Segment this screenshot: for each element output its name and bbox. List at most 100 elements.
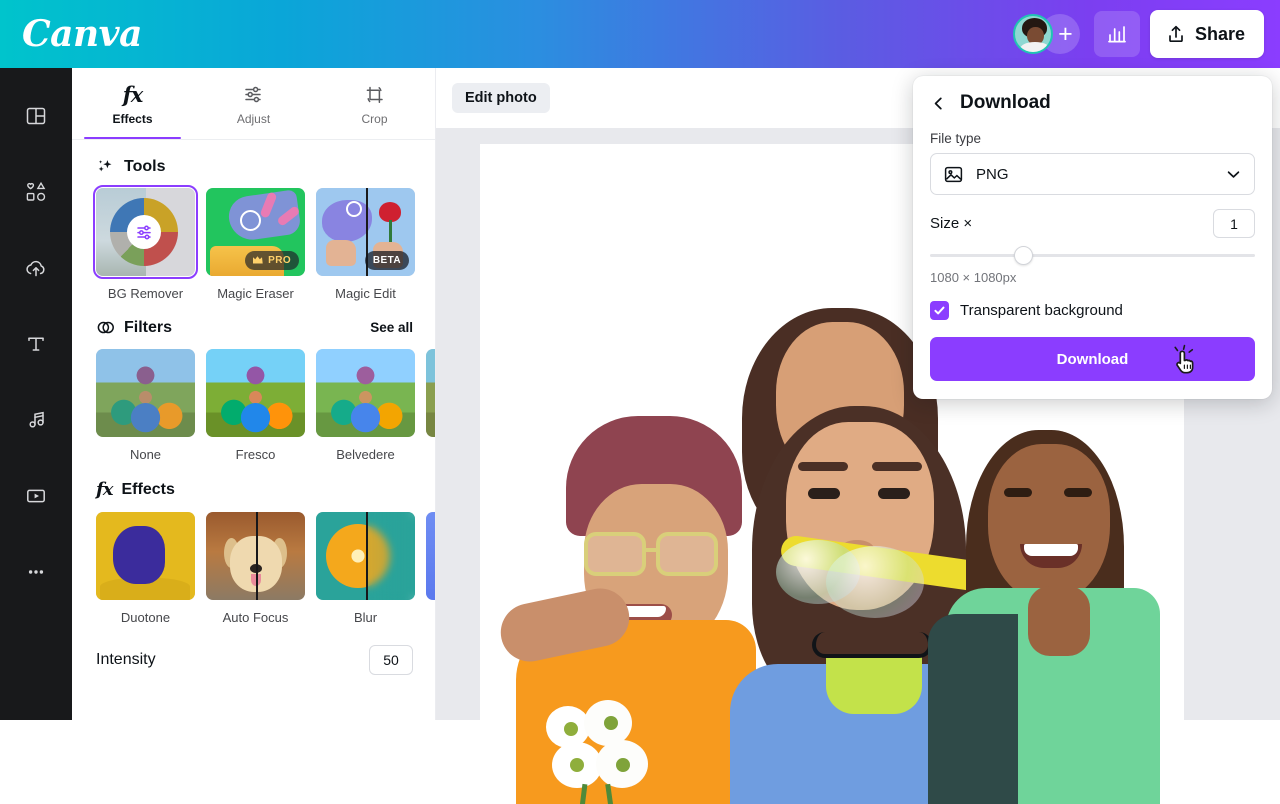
- effect-next-partial[interactable]: [426, 512, 436, 625]
- filter-none[interactable]: None: [96, 349, 195, 462]
- canva-logo[interactable]: Canva: [22, 13, 142, 55]
- tool-bg-remover-label: BG Remover: [96, 286, 195, 301]
- download-panel: Download File type PNG Size × 1 1080 × 1…: [913, 76, 1272, 399]
- person-left-glass-bridge: [646, 548, 658, 552]
- effect-auto-focus-label: Auto Focus: [206, 610, 305, 625]
- chevron-down-icon: [1225, 166, 1242, 183]
- edit-photo-button[interactable]: Edit photo: [452, 83, 550, 113]
- effect-auto-focus[interactable]: Auto Focus: [206, 512, 305, 625]
- share-button[interactable]: Share: [1150, 10, 1264, 58]
- sidebar-item-audio[interactable]: [8, 392, 64, 448]
- person-front-eye-l: [808, 488, 840, 499]
- fx-icon: fx: [123, 82, 143, 108]
- tools-title: Tools: [124, 158, 165, 176]
- file-type-label: File type: [930, 131, 1255, 146]
- filters-row: None Fresco Belvedere: [72, 349, 435, 462]
- click-hand-cursor-icon: [1169, 343, 1203, 379]
- person-front-brow-l: [798, 462, 848, 471]
- tab-adjust-label: Adjust: [237, 112, 270, 126]
- transparent-background-label: Transparent background: [960, 302, 1123, 319]
- person-right-eye-l: [1004, 488, 1032, 497]
- intensity-value[interactable]: 50: [369, 645, 413, 675]
- filter-fresco-thumb: [206, 349, 305, 437]
- download-button[interactable]: Download: [930, 337, 1255, 381]
- filter-next-partial[interactable]: [426, 349, 436, 462]
- file-type-select[interactable]: PNG: [930, 153, 1255, 195]
- person-front-eye-r: [878, 488, 910, 499]
- person-right-face: [988, 444, 1110, 602]
- effects-section-header: fx Effects: [72, 462, 435, 512]
- tool-magic-edit-thumb: BETA: [316, 188, 415, 276]
- avatar[interactable]: [1013, 14, 1053, 54]
- filters-see-all[interactable]: See all: [370, 320, 413, 335]
- transparent-background-row[interactable]: Transparent background: [930, 301, 1255, 320]
- tool-magic-eraser-label: Magic Eraser: [206, 286, 305, 301]
- tools-row: BG Remover PRO Magic Eraser: [72, 188, 435, 301]
- person-left-glass-r: [656, 532, 718, 576]
- tool-magic-eraser-thumb: PRO: [206, 188, 305, 276]
- tool-bg-remover-thumb: [96, 188, 195, 276]
- filter-belvedere-thumb: [316, 349, 415, 437]
- bubble-2: [826, 546, 924, 618]
- tab-crop[interactable]: Crop: [314, 68, 435, 139]
- chevron-left-icon[interactable]: [930, 95, 947, 112]
- effect-blur[interactable]: Blur: [316, 512, 415, 625]
- tool-magic-edit-label: Magic Edit: [316, 286, 415, 301]
- filter-fresco-label: Fresco: [206, 447, 305, 462]
- file-type-value: PNG: [976, 166, 1009, 183]
- effect-auto-focus-thumb: [206, 512, 305, 600]
- person-front-top: [826, 656, 922, 714]
- sidebar-item-more[interactable]: [8, 544, 64, 600]
- size-value-input[interactable]: 1: [1213, 209, 1255, 238]
- effect-duotone-label: Duotone: [96, 610, 195, 625]
- size-row: Size × 1: [930, 209, 1255, 238]
- app-header: Canva + Share: [0, 0, 1280, 68]
- transparent-background-checkbox[interactable]: [930, 301, 949, 320]
- effect-blur-label: Blur: [316, 610, 415, 625]
- download-panel-header: Download: [930, 92, 1255, 114]
- download-title: Download: [960, 92, 1051, 114]
- effects-panel: fx Effects Adjust Crop: [72, 68, 436, 720]
- filters-section-header: Filters See all: [72, 301, 435, 349]
- effects-row: Duotone Auto Focus Blur: [72, 512, 435, 625]
- crop-icon: [363, 82, 386, 108]
- slider-track: [930, 254, 1255, 257]
- tool-bg-remover[interactable]: BG Remover: [96, 188, 195, 301]
- person-left-glass-l: [584, 532, 646, 576]
- filter-fresco[interactable]: Fresco: [206, 349, 305, 462]
- person-right-jacket: [928, 614, 1018, 804]
- filter-belvedere[interactable]: Belvedere: [316, 349, 415, 462]
- insights-icon[interactable]: [1094, 11, 1140, 57]
- collaborators: +: [1013, 14, 1080, 54]
- size-pixels: 1080 × 1080px: [930, 270, 1255, 285]
- sidebar-item-videos[interactable]: [8, 468, 64, 524]
- slider-thumb[interactable]: [1014, 246, 1033, 265]
- tool-magic-edit[interactable]: BETA Magic Edit: [316, 188, 415, 301]
- tab-crop-label: Crop: [361, 112, 387, 126]
- sidebar-item-text[interactable]: [8, 316, 64, 372]
- sparkles-icon: [96, 157, 115, 176]
- sidebar-item-design[interactable]: [8, 88, 64, 144]
- fx-icon: fx: [96, 479, 112, 500]
- download-button-label: Download: [1057, 351, 1129, 368]
- filter-next-thumb: [426, 349, 436, 437]
- person-right-teeth: [1024, 544, 1078, 556]
- effect-blur-thumb: [316, 512, 415, 600]
- filter-none-label: None: [96, 447, 195, 462]
- intensity-label: Intensity: [96, 651, 156, 669]
- tab-effects[interactable]: fx Effects: [72, 68, 193, 139]
- person-right-eye-r: [1064, 488, 1092, 497]
- effect-duotone[interactable]: Duotone: [96, 512, 195, 625]
- tools-section-header: Tools: [72, 140, 435, 188]
- share-label: Share: [1195, 24, 1245, 45]
- tab-adjust[interactable]: Adjust: [193, 68, 314, 139]
- tool-magic-eraser[interactable]: PRO Magic Eraser: [206, 188, 305, 301]
- pro-badge: PRO: [245, 251, 299, 270]
- sidebar-item-elements[interactable]: [8, 164, 64, 220]
- size-slider[interactable]: [930, 244, 1255, 266]
- sidebar-item-uploads[interactable]: [8, 240, 64, 296]
- image-icon: [943, 164, 964, 185]
- beta-badge: BETA: [365, 251, 409, 270]
- tab-effects-label: Effects: [112, 112, 152, 126]
- flower-bouquet: [534, 700, 684, 804]
